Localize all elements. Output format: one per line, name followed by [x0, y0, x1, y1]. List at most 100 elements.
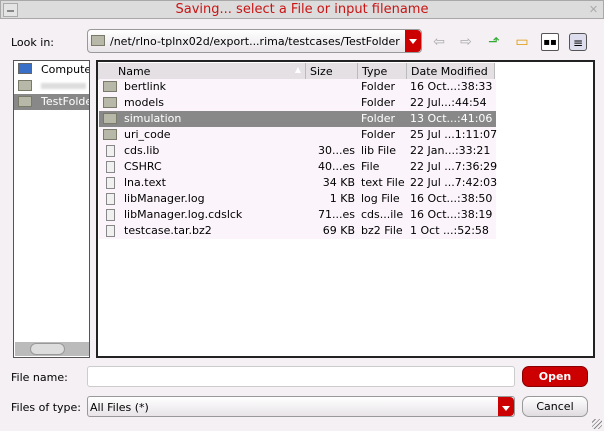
folder-icon [91, 35, 105, 46]
table-row[interactable]: models Folder 22 Jul...:44:54 [99, 95, 496, 111]
file-size: 1 KB [329, 192, 355, 205]
sidebar-item-home[interactable] [16, 78, 89, 94]
file-date: 25 Jul ...1:11:07 [410, 128, 498, 141]
look-in-combo[interactable]: /net/rlno-tplnx02d/export...rima/testcas… [87, 29, 422, 53]
close-button[interactable]: ✕ [586, 3, 601, 17]
column-header-date[interactable]: Date Modified [407, 63, 495, 80]
file-name-input[interactable] [87, 366, 515, 387]
look-in-path: /net/rlno-tplnx02d/export...rima/testcas… [110, 35, 400, 48]
file-name: uri_code [124, 128, 171, 141]
file-icon [106, 193, 115, 205]
file-type: File [361, 160, 380, 173]
file-name: testcase.tar.bz2 [124, 224, 212, 237]
file-name: models [124, 96, 164, 109]
folder-icon [103, 81, 117, 92]
file-date: 1 Oct ...:52:58 [410, 224, 489, 237]
files-of-type-label: Files of type: [11, 401, 82, 414]
file-date: 22 Jul ...7:42:03 [410, 176, 498, 189]
table-row[interactable]: libManager.log 1 KB log File 16 Oct...:38:5… [99, 191, 496, 207]
files-of-type-select[interactable]: All Files (*) [87, 396, 515, 417]
home-folder-icon [18, 80, 32, 91]
file-date: 22 Jul...:44:54 [410, 96, 487, 109]
file-size: 30...es [318, 144, 355, 157]
title-bar: Saving... select a File or input filenam… [0, 0, 604, 19]
window-title: Saving... select a File or input filenam… [175, 2, 429, 17]
file-date: 22 Jan...:33:21 [410, 144, 491, 157]
list-view-icon[interactable]: ≡ [569, 33, 587, 51]
file-list: Name ▲ Size Type Date Modified bertlink Fo… [96, 60, 595, 358]
file-type: Folder [361, 96, 395, 109]
new-folder-icon[interactable]: ▭ [513, 33, 531, 51]
file-date: 16 Oct...:38:50 [410, 192, 493, 205]
look-in-label: Look in: [11, 36, 54, 49]
table-row[interactable]: lna.text 34 KB text File 22 Jul ...7:42:03 [99, 175, 498, 191]
file-name: libManager.log [124, 192, 205, 205]
file-type: log File [361, 192, 400, 205]
files-of-type-value: All Files (*) [90, 401, 149, 414]
column-header-size[interactable]: Size [306, 63, 358, 80]
table-row[interactable]: libManager.log.cdslck 71...es cds...ile 16 … [99, 207, 496, 223]
sidebar-item-label: Compute [41, 63, 90, 76]
file-icon [106, 145, 115, 157]
sort-ascending-icon: ▲ [294, 65, 301, 74]
file-date: 16 Oct...:38:19 [410, 208, 493, 221]
table-row[interactable]: simulation Folder 13 Oct...:41:06 [99, 111, 496, 127]
file-name: cds.lib [124, 144, 160, 157]
minimize-button[interactable] [3, 3, 18, 17]
folder-icon [18, 96, 32, 107]
file-type: text File [361, 176, 405, 189]
table-row[interactable]: bertlink Folder 16 Oct...:38:33 [99, 79, 496, 95]
file-size: 69 KB [322, 224, 355, 237]
file-name: simulation [124, 112, 182, 125]
blurred-label [41, 83, 86, 89]
folder-icon [103, 129, 117, 140]
file-name: CSHRC [124, 160, 162, 173]
folder-icon [103, 97, 117, 108]
scrollbar-thumb[interactable] [30, 343, 65, 355]
file-icon [106, 209, 115, 221]
file-type: Folder [361, 128, 395, 141]
file-type: Folder [361, 112, 395, 125]
file-size: 71...es [318, 208, 355, 221]
file-icon [106, 225, 115, 237]
places-panel: Compute TestFolde [13, 60, 90, 358]
folder-icon [103, 113, 117, 124]
column-header-name[interactable]: Name ▲ [98, 63, 306, 80]
file-type: bz2 File [361, 224, 403, 237]
icon-view-icon[interactable]: ▪▪ [541, 33, 559, 51]
file-icon [106, 177, 115, 189]
file-type: cds...ile [361, 208, 404, 221]
forward-icon[interactable]: ⇨ [457, 33, 475, 51]
back-icon[interactable]: ⇦ [430, 33, 448, 51]
file-date: 16 Oct...:38:33 [410, 80, 493, 93]
table-row[interactable]: cds.lib 30...es lib File 22 Jan...:33:21 [99, 143, 496, 159]
resize-grip[interactable] [592, 419, 602, 429]
file-date: 13 Oct...:41:06 [410, 112, 493, 125]
open-button[interactable]: Open [522, 366, 588, 387]
file-date: 22 Jul ...7:36:29 [410, 160, 498, 173]
file-name-label-text: File name: [11, 371, 68, 384]
sidebar-item-computer[interactable]: Compute [16, 62, 90, 78]
file-name: bertlink [124, 80, 167, 93]
table-row[interactable]: uri_code Folder 25 Jul ...1:11:07 [99, 127, 498, 143]
column-label: Name [118, 65, 151, 78]
column-header-type[interactable]: Type [358, 63, 407, 80]
file-type: Folder [361, 80, 395, 93]
file-name: lna.text [124, 176, 166, 189]
table-row[interactable]: testcase.tar.bz2 69 KB bz2 File 1 Oct ...:5… [99, 223, 496, 239]
sidebar-item-testfolder[interactable]: TestFolde [14, 94, 90, 110]
file-size: 40...es [318, 160, 355, 173]
horizontal-scrollbar[interactable] [15, 342, 89, 356]
computer-icon [18, 63, 32, 74]
file-size: 34 KB [322, 176, 355, 189]
up-folder-icon[interactable]: ⬏ [485, 33, 503, 51]
chevron-down-icon[interactable] [498, 397, 514, 416]
chevron-down-icon[interactable] [405, 30, 421, 52]
table-row[interactable]: CSHRC 40...es File 22 Jul ...7:36:29 [99, 159, 498, 175]
file-name: libManager.log.cdslck [124, 208, 243, 221]
cancel-button[interactable]: Cancel [522, 396, 588, 417]
file-icon [106, 161, 115, 173]
file-name-label: File name: [11, 371, 68, 384]
file-type: lib File [361, 144, 396, 157]
sidebar-item-label: TestFolde [41, 95, 90, 108]
